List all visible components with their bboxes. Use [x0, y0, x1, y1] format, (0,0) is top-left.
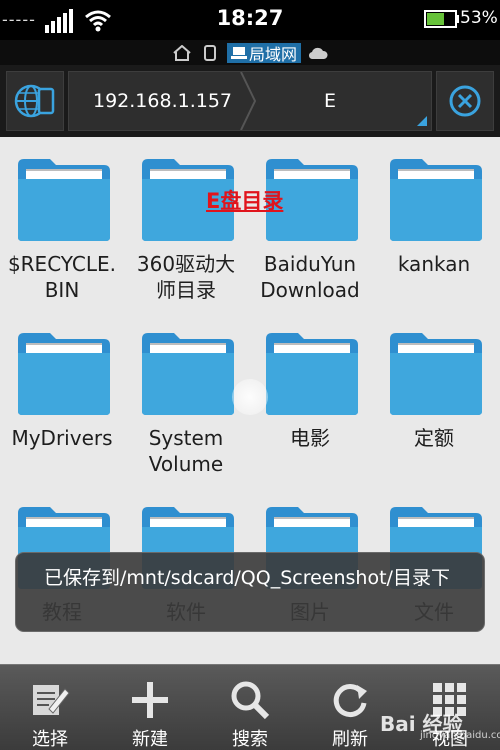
status-bar: ----- 18:27 53%: [0, 0, 500, 40]
toast-message: 已保存到/mnt/sdcard/QQ_Screenshot/目录下: [15, 552, 485, 632]
plus-icon: [132, 682, 168, 718]
tab-lan-label: 局域网: [248, 44, 297, 64]
folder-icon: [140, 329, 236, 417]
folder-label: BaiduYun Download: [260, 252, 360, 302]
folder-label: MyDrivers: [11, 426, 113, 450]
search-label: 搜索: [232, 729, 268, 750]
path-toolbar: 192.168.1.157 E: [0, 65, 500, 137]
cloud-icon[interactable]: [307, 44, 329, 62]
path-breadcrumb[interactable]: 192.168.1.157 E: [68, 71, 432, 131]
folder-label: $RECYCLE. BIN: [7, 252, 117, 302]
dropdown-corner-icon: [417, 116, 427, 126]
phone-icon[interactable]: [199, 44, 221, 62]
watermark-url: jingyan.baidu.com: [420, 730, 500, 741]
folder-label: 电影: [290, 426, 330, 450]
folder-icon: [16, 155, 112, 243]
select-label: 选择: [32, 729, 68, 750]
folder-label: 定额: [414, 426, 454, 450]
folder-label: kankan: [397, 252, 471, 276]
folder-icon: [16, 329, 112, 417]
close-button[interactable]: [436, 71, 494, 131]
search-button[interactable]: 搜索: [200, 679, 300, 750]
tab-lan[interactable]: 局域网: [226, 42, 301, 64]
folder-icon: [388, 155, 484, 243]
breadcrumb-folder[interactable]: E: [324, 90, 336, 112]
chevron-right-icon: [240, 72, 257, 130]
folder-icon: [388, 329, 484, 417]
new-button[interactable]: 新建: [100, 679, 200, 750]
loading-spinner: [232, 379, 268, 415]
folder-label: System Volume: [148, 426, 224, 476]
new-label: 新建: [132, 729, 168, 750]
app-screen: ----- 18:27 53% 局域网 192.168.1.157 E 定额 电…: [0, 0, 500, 750]
battery-percent: 53%: [460, 8, 498, 28]
battery-icon: [424, 10, 459, 28]
computer-icon: [230, 46, 247, 59]
network-button[interactable]: [6, 71, 64, 131]
close-circle-icon: [449, 85, 481, 117]
globe-device-icon: [14, 84, 55, 118]
annotation-title: E盘目录: [206, 189, 284, 213]
search-icon: [231, 681, 270, 720]
folder-label: 360驱动大 师目录: [136, 252, 236, 302]
folder-icon: [264, 329, 360, 417]
edit-select-icon: [33, 685, 70, 715]
select-button[interactable]: 选择: [0, 679, 100, 750]
location-tabs: 局域网: [0, 40, 500, 65]
refresh-icon: [333, 684, 367, 718]
breadcrumb-host[interactable]: 192.168.1.157: [93, 90, 232, 112]
home-icon[interactable]: [171, 44, 193, 62]
